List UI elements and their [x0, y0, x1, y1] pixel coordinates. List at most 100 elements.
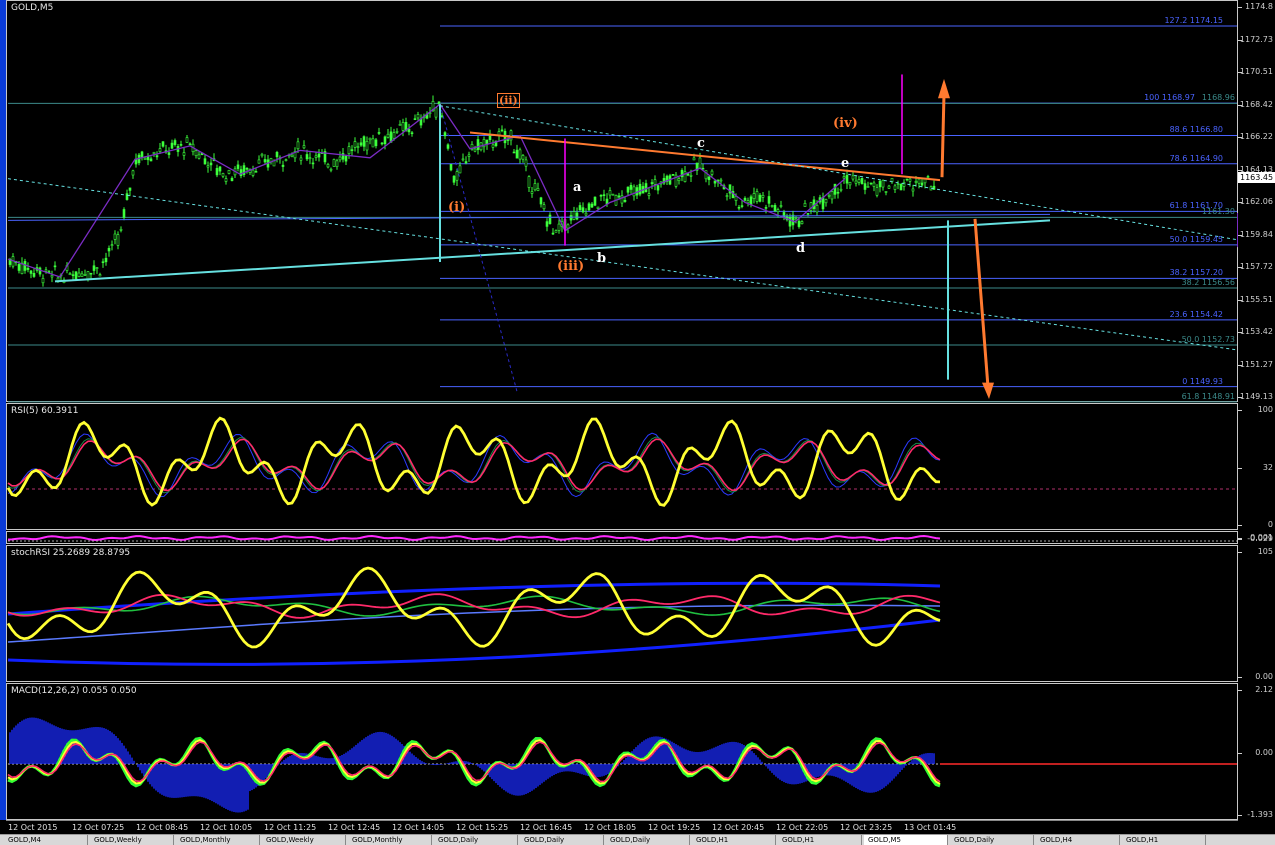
time-label: 12 Oct 20:45	[712, 823, 765, 832]
candle-body	[791, 214, 795, 226]
candle-body	[626, 186, 630, 193]
candle-body	[623, 199, 627, 202]
candle-body	[38, 267, 42, 275]
rsi-blue-line	[7, 432, 941, 498]
candle-body	[188, 143, 192, 146]
candle-body	[371, 138, 375, 148]
up-arrow-head	[938, 78, 950, 99]
main-price-scale[interactable]: 1174.8 1172.73 1170.51 1168.42 1166.22 1164.1…	[1238, 0, 1275, 402]
time-axis: 12 Oct 2015 12 Oct 07:25 12 Oct 08:45 12 Oc…	[6, 820, 1238, 835]
candle-body	[749, 196, 753, 206]
scale-tickmark	[1238, 202, 1242, 203]
candle-body	[398, 124, 402, 126]
time-label: 12 Oct 15:25	[456, 823, 509, 832]
rsi-scale: 100 32 0	[1238, 403, 1275, 530]
fib-level-label: 23.6 1154.42	[1169, 309, 1223, 319]
scale-tickmark	[1238, 539, 1242, 540]
candle-body	[764, 207, 768, 209]
chart-tabs[interactable]: GOLD,M4 GOLD,Weekly GOLD,Monthly GOLD,Weekl…	[0, 834, 1275, 845]
candle-body	[575, 212, 579, 220]
scale-tick: -0.029	[1247, 534, 1273, 543]
scale-tickmark	[1238, 815, 1242, 816]
time-label: 12 Oct 18:05	[584, 823, 637, 832]
candle-body	[401, 122, 405, 131]
fib-level-label: 1161.30	[1201, 207, 1235, 217]
fib-level-label: 50.0 1159.45	[1169, 234, 1223, 244]
fib-level-label: 38.2 1156.56	[1181, 277, 1235, 287]
candle-body	[881, 180, 885, 188]
candle-body	[152, 151, 156, 154]
candle-body	[539, 197, 543, 205]
candle-body	[407, 128, 411, 133]
candle-body	[68, 273, 72, 276]
candle-body	[353, 141, 357, 148]
candle-body	[194, 150, 198, 156]
candle-body	[80, 273, 84, 277]
candle-body	[713, 180, 717, 184]
scale-tickmark	[1238, 299, 1242, 301]
candle-body	[329, 168, 333, 171]
scale-tick: 1168.42	[1239, 99, 1273, 109]
candle-body	[380, 142, 384, 145]
candle-body	[581, 207, 585, 213]
scale-tick: 1159.84	[1239, 229, 1273, 239]
macd-scale: 2.12 0.00 -1.393	[1238, 683, 1275, 820]
scale-tick: 100	[1257, 405, 1273, 414]
scale-tick: 1172.73	[1239, 34, 1273, 44]
scale-tickmark	[1238, 137, 1242, 138]
candle-body	[719, 179, 723, 182]
rsi-yellow-line	[6, 416, 941, 507]
candle-body	[443, 132, 447, 137]
candle-body	[332, 159, 336, 167]
candle-body	[185, 137, 189, 143]
scale-tickmark	[1238, 169, 1242, 171]
candle-body	[587, 203, 591, 211]
candle-body	[743, 197, 747, 201]
chart-drawing	[6, 25, 1241, 813]
scale-tick: -1.393	[1247, 810, 1273, 819]
time-label: 12 Oct 08:45	[136, 823, 189, 832]
candle-body	[584, 212, 588, 216]
candle-body	[326, 164, 330, 168]
candle-body	[779, 205, 783, 207]
candle-body	[317, 153, 321, 158]
candle-body	[74, 271, 78, 280]
candle-body	[392, 132, 396, 139]
candle-body	[833, 183, 837, 195]
candle-body	[158, 148, 162, 152]
candle-body	[545, 221, 549, 227]
candle-body	[599, 194, 603, 197]
candle-body	[452, 175, 456, 183]
fib-level-label: 100 1168.97	[1144, 93, 1195, 103]
candle-body	[572, 211, 576, 220]
candle-body	[395, 130, 399, 133]
candle-body	[254, 171, 258, 173]
wave-label: d	[796, 240, 806, 256]
candle-body	[677, 178, 681, 181]
candle-body	[512, 151, 516, 154]
scale-tick: 1151.27	[1239, 359, 1273, 369]
candle-body	[197, 154, 201, 159]
candle-body	[230, 177, 234, 182]
current-price-marker: 1163.45	[1238, 172, 1275, 183]
scale-tick: 1149.13	[1239, 392, 1273, 401]
time-label: 12 Oct 23:25	[840, 823, 893, 832]
scale-tickmark	[1238, 7, 1242, 8]
candle-body	[71, 274, 75, 276]
scale-tickmark	[1238, 677, 1242, 678]
candle-body	[515, 149, 519, 159]
candle-body	[347, 146, 351, 155]
candle-body	[98, 274, 102, 277]
candle-body	[107, 247, 111, 252]
scale-tickmark	[1238, 267, 1242, 268]
candle-body	[758, 194, 762, 202]
candle-body	[866, 186, 870, 188]
candle-body	[179, 144, 183, 146]
candle-body	[167, 152, 171, 155]
candle-body	[830, 191, 834, 200]
candle-body	[95, 267, 99, 269]
candle-body	[128, 187, 132, 191]
time-label: 12 Oct 14:05	[392, 823, 445, 832]
wave-label: c	[697, 136, 705, 152]
candle-body	[500, 129, 504, 132]
